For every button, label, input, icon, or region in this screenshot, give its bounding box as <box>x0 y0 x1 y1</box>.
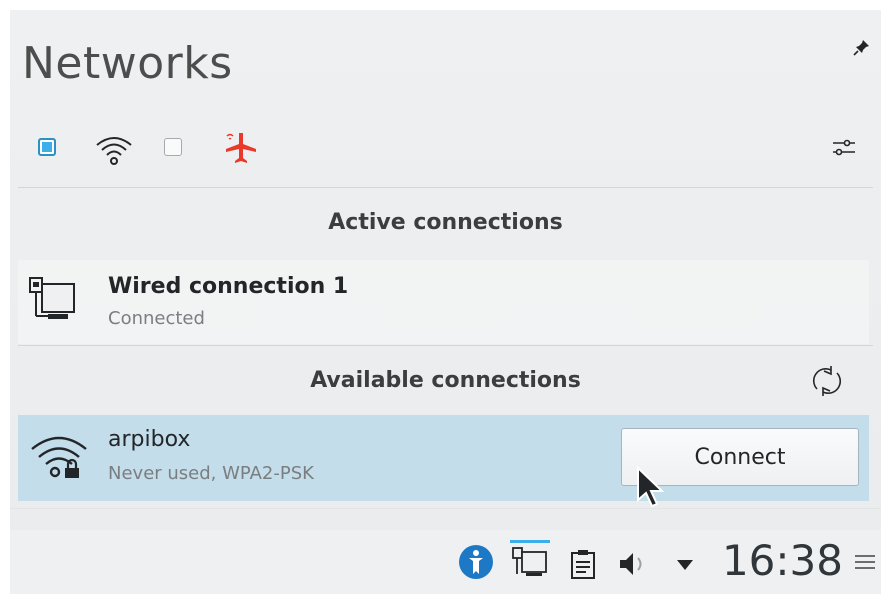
wifi-network-item[interactable]: arpibox Never used, WPA2-PSK Connect <box>18 415 869 501</box>
connection-name: Wired connection 1 <box>108 274 349 299</box>
wifi-network-name: arpibox <box>108 427 191 452</box>
wifi-locked-icon <box>28 431 92 485</box>
network-icon[interactable] <box>510 540 550 584</box>
settings-sliders-icon[interactable] <box>831 134 857 164</box>
wired-connection-item[interactable]: Wired connection 1 Connected <box>18 260 869 344</box>
expand-arrow-icon[interactable] <box>676 556 694 575</box>
pin-icon[interactable] <box>853 38 871 56</box>
taskbar: 16:38 <box>10 530 881 594</box>
hamburger-menu-icon[interactable] <box>855 554 875 570</box>
wifi-icon <box>94 132 134 170</box>
info-icon[interactable] <box>458 544 494 584</box>
separator <box>18 187 873 188</box>
clipboard-icon[interactable] <box>570 550 596 584</box>
network-toolbar <box>10 130 881 186</box>
separator <box>18 345 873 346</box>
wired-enable-checkbox[interactable] <box>38 138 56 156</box>
available-connections-header: Available connections <box>310 368 581 393</box>
wifi-enable-checkbox[interactable] <box>164 138 182 156</box>
mouse-cursor-icon <box>636 465 666 508</box>
wired-network-icon <box>28 276 76 330</box>
airplane-mode-icon[interactable] <box>224 130 258 170</box>
active-connections-header: Active connections <box>328 210 563 235</box>
clock[interactable]: 16:38 <box>722 536 843 585</box>
networks-popup: Networks Active connections Wired connec… <box>10 10 881 530</box>
volume-icon[interactable] <box>618 550 652 582</box>
connection-status: Connected <box>108 308 205 329</box>
separator <box>10 508 881 509</box>
wifi-network-status: Never used, WPA2-PSK <box>108 463 314 484</box>
refresh-icon[interactable] <box>809 363 845 399</box>
popup-title: Networks <box>22 38 233 89</box>
